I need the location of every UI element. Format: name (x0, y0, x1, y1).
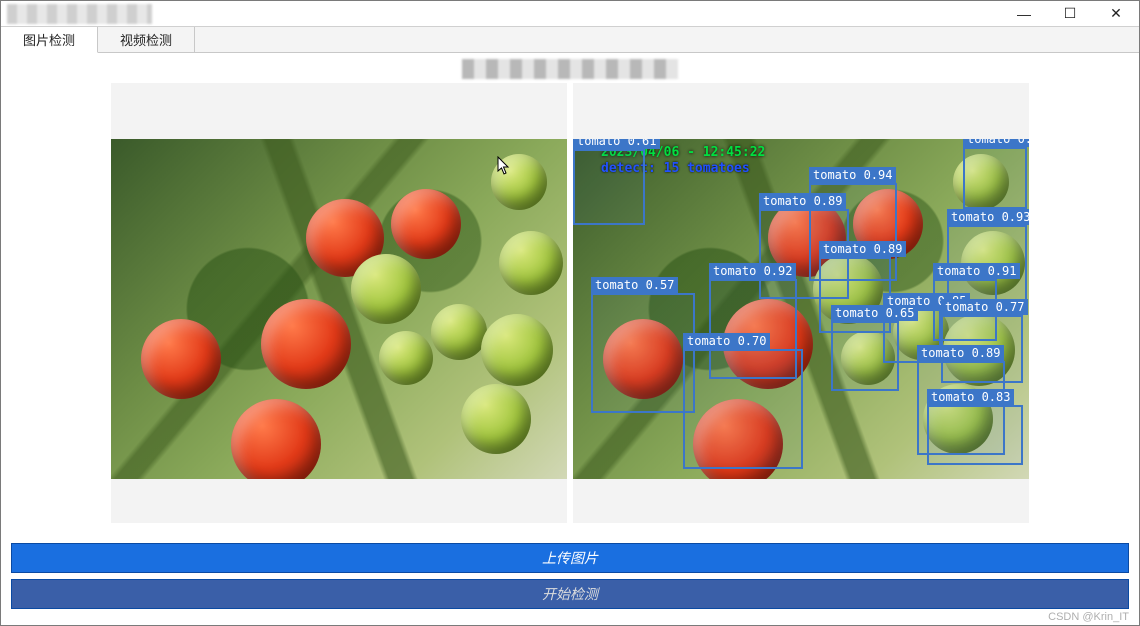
panel-pad-bottom (573, 479, 1029, 523)
detection-label: tomato 0.89 (917, 345, 1004, 361)
detection-label: tomato 0.89 (819, 241, 906, 257)
panel-pad-top (573, 83, 1029, 139)
detection-label: tomato 0.89 (759, 193, 846, 209)
green-tomato-shape (461, 384, 531, 454)
detected-image: 2023/04/06 - 12:45:22 detect: 15 tomatoe… (573, 139, 1029, 479)
green-tomato-shape (481, 314, 553, 386)
content-area: 2023/04/06 - 12:45:22 detect: 15 tomatoe… (1, 53, 1139, 523)
minimize-button[interactable]: — (1001, 1, 1047, 27)
green-tomato-shape (491, 154, 547, 210)
detection-label: tomato 0.77 (941, 299, 1028, 315)
detection-label: tomato 0.61 (573, 139, 660, 149)
detection-label: tomato 0.65 (831, 305, 918, 321)
detection-label: tomato 0.57 (591, 277, 678, 293)
maximize-button[interactable]: ☐ (1047, 1, 1093, 27)
panel-original (111, 83, 567, 523)
green-tomato-shape (351, 254, 421, 324)
tab-video-detect[interactable]: 视频检测 (98, 27, 195, 52)
detection-label: tomato 0.91 (933, 263, 1020, 279)
detection-label: tomato 0.92 (709, 263, 796, 279)
heading-blurred (462, 59, 678, 79)
close-button[interactable]: ✕ (1093, 1, 1139, 27)
detection-bbox: tomato 0.57 (591, 293, 695, 413)
detection-bbox: tomato 0.83 (927, 405, 1023, 465)
watermark-text: CSDN @Krin_IT (1048, 611, 1129, 623)
detection-bbox: tomato 0.70 (683, 349, 803, 469)
panel-pad-bottom (111, 479, 567, 523)
panels-row: 2023/04/06 - 12:45:22 detect: 15 tomatoe… (11, 83, 1129, 523)
detection-label: tomato 0.70 (683, 333, 770, 349)
red-tomato-shape (261, 299, 351, 389)
green-tomato-shape (379, 331, 433, 385)
detection-bbox: tomato 0.85 (963, 147, 1027, 209)
detection-bbox: tomato 0.65 (831, 321, 899, 391)
detection-label: tomato 0.85 (963, 139, 1029, 147)
red-tomato-shape (391, 189, 461, 259)
red-tomato-shape (231, 399, 321, 479)
titlebar: — ☐ ✕ (1, 1, 1139, 27)
red-tomato-shape (141, 319, 221, 399)
tab-image-detect[interactable]: 图片检测 (1, 27, 98, 53)
green-tomato-shape (499, 231, 563, 295)
green-tomato-shape (431, 304, 487, 360)
window-controls: — ☐ ✕ (1001, 1, 1139, 27)
start-detect-button[interactable]: 开始检测 (11, 579, 1129, 609)
app-window: — ☐ ✕ 图片检测 视频检测 2023/04/06 - 12:45:22 (0, 0, 1140, 626)
detection-label: tomato 0.83 (927, 389, 1014, 405)
original-image (111, 139, 567, 479)
panel-detected: 2023/04/06 - 12:45:22 detect: 15 tomatoe… (573, 83, 1029, 523)
detection-bbox: tomato 0.61 (573, 149, 645, 225)
upload-button[interactable]: 上传图片 (11, 543, 1129, 573)
title-text-blurred (7, 4, 152, 24)
detection-label: tomato 0.94 (809, 167, 896, 183)
detection-label: tomato 0.93 (947, 209, 1029, 225)
panel-pad-top (111, 83, 567, 139)
action-buttons: 上传图片 开始检测 (11, 543, 1129, 615)
tab-bar: 图片检测 视频检测 (1, 27, 1139, 53)
